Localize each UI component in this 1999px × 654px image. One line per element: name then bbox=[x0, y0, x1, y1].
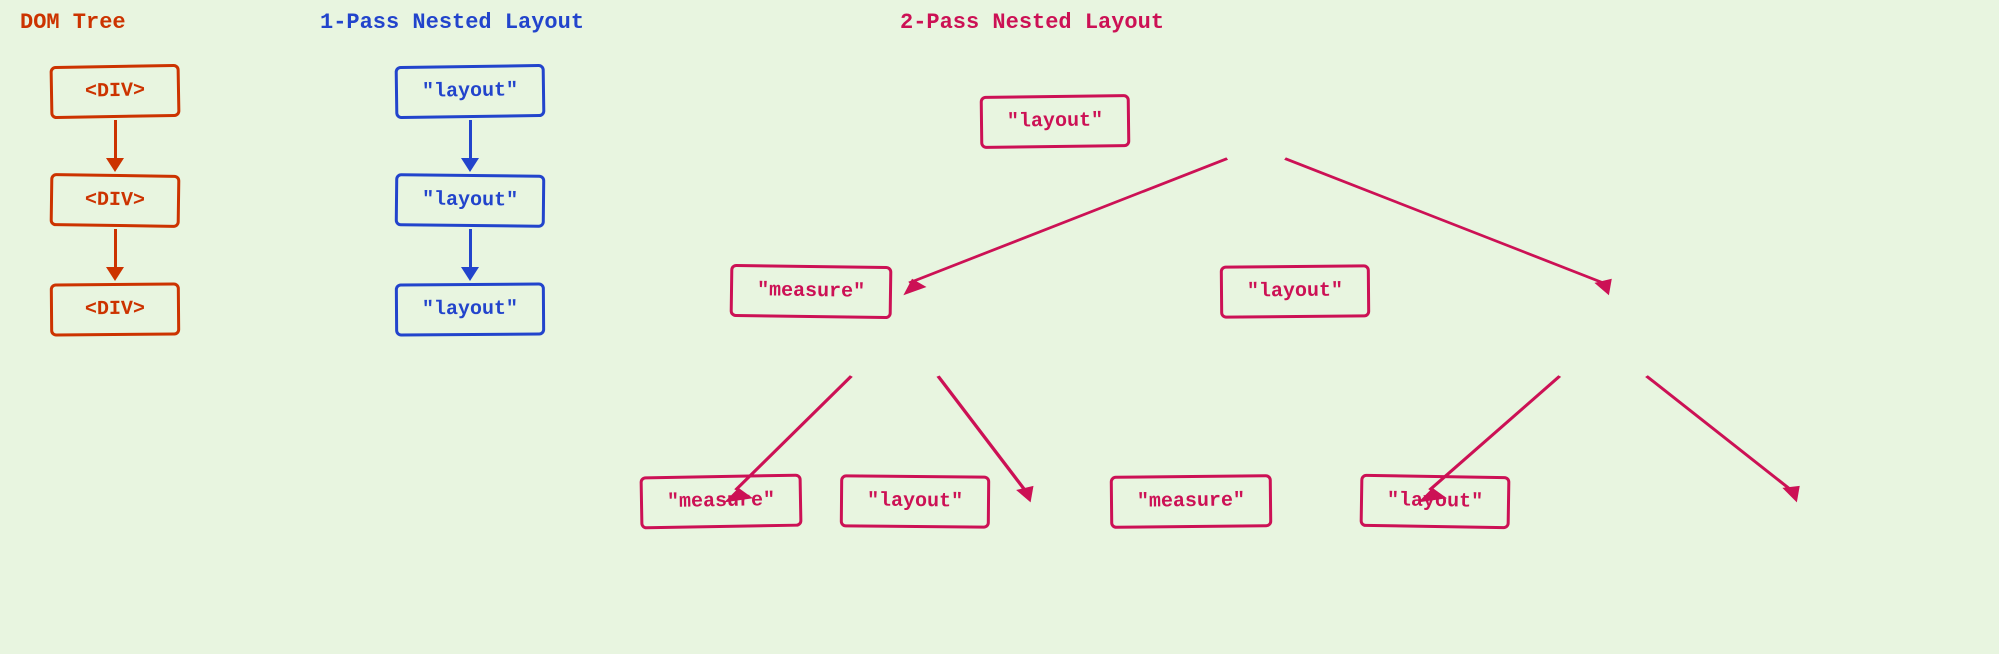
dom-arrow-2 bbox=[50, 229, 180, 281]
pass1-node-2: "layout" bbox=[395, 173, 546, 228]
pass1-section: 1-Pass Nested Layout "layout" "layout" "… bbox=[300, 10, 620, 644]
diagram-container: DOM Tree <DIV> <DIV> <DIV> 1-Pass Nested… bbox=[0, 0, 1999, 654]
pass2-level2-left: "measure" bbox=[730, 264, 893, 319]
pass1-nodes: "layout" "layout" "layout" bbox=[320, 55, 620, 336]
pass2-title: 2-Pass Nested Layout bbox=[900, 10, 1979, 35]
dom-node-1: <DIV> bbox=[50, 64, 181, 119]
dom-tree-section: DOM Tree <DIV> <DIV> <DIV> bbox=[20, 10, 300, 644]
pass2-tree: "layout" "measure" "layout" "measure" "l… bbox=[620, 55, 1979, 635]
dom-tree-nodes: <DIV> <DIV> <DIV> bbox=[20, 55, 300, 336]
dom-tree-title: DOM Tree bbox=[20, 10, 300, 35]
dom-arrow-1 bbox=[50, 120, 180, 172]
pass2-level3-1: "measure" bbox=[640, 474, 803, 530]
tree-lines-svg bbox=[620, 55, 1979, 635]
pass2-root: "layout" bbox=[980, 94, 1131, 149]
pass1-node-1: "layout" bbox=[395, 64, 546, 119]
pass1-title: 1-Pass Nested Layout bbox=[320, 10, 620, 35]
pass1-node-3: "layout" bbox=[395, 282, 545, 336]
pass1-arrow-1 bbox=[405, 120, 535, 172]
dom-node-2: <DIV> bbox=[50, 173, 181, 228]
pass2-level3-2: "layout" bbox=[840, 474, 990, 528]
pass2-level2-right: "layout" bbox=[1220, 264, 1370, 318]
pass1-arrow-2 bbox=[405, 229, 535, 281]
dom-node-3: <DIV> bbox=[50, 282, 180, 336]
pass2-level3-4: "layout" bbox=[1360, 474, 1511, 529]
pass2-level3-3: "measure" bbox=[1110, 474, 1273, 529]
pass2-section: 2-Pass Nested Layout bbox=[620, 10, 1979, 644]
